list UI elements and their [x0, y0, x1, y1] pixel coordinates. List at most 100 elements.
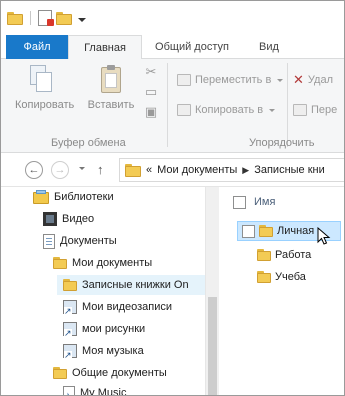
tree-item-label: мои рисунки: [82, 323, 146, 335]
organize-group-label: Упорядочить: [249, 137, 315, 149]
back-button[interactable]: ←: [25, 161, 43, 179]
item-checkbox[interactable]: [242, 224, 255, 238]
tab-view[interactable]: Вид: [249, 35, 289, 59]
breadcrumb-notebooks[interactable]: Записные кни: [254, 164, 325, 176]
cut-icon[interactable]: ✂: [143, 65, 159, 79]
tree-item-label: Документы: [60, 235, 117, 247]
tree-item-label: Моя музыка: [82, 345, 144, 357]
breadcrumb-my-documents[interactable]: Мои документы: [157, 164, 237, 176]
recent-locations-chevron-icon[interactable]: [79, 167, 85, 170]
rename-label: Пере: [311, 104, 338, 116]
folder-icon: [259, 225, 273, 237]
forward-button[interactable]: →: [51, 161, 69, 179]
chevron-down-icon: [277, 78, 284, 82]
tree-item-label: Библиотеки: [54, 191, 114, 203]
music-icon: [63, 385, 75, 395]
copy-path-icon[interactable]: ▭: [143, 85, 159, 99]
title-bar: [1, 1, 344, 35]
explorer-window: Файл Главная Общий доступ Вид Копировать…: [0, 0, 345, 396]
copy-button[interactable]: Копировать: [15, 65, 74, 111]
toolbar-divider: [30, 11, 31, 25]
copy-label: Копировать: [15, 99, 75, 111]
customize-toolbar-chevron-icon[interactable]: [78, 18, 86, 22]
copy-to-icon: [177, 104, 191, 116]
tree-item-libraries[interactable]: Библиотеки: [33, 187, 114, 207]
tree-item-notebooks[interactable]: Записные книжки On: [57, 275, 205, 295]
file-item-label: Учеба: [275, 271, 306, 283]
select-all-checkbox[interactable]: [233, 195, 246, 209]
clipboard-small-buttons: ✂ ▭ ▣: [143, 65, 159, 125]
column-header-label: Имя: [254, 196, 276, 208]
new-folder-icon[interactable]: [56, 11, 72, 25]
ribbon-panel: Копировать Вставить ✂ ▭ ▣ Буфер обмена П…: [1, 59, 344, 153]
tree-item-video[interactable]: Видео: [43, 209, 94, 229]
folder-icon: [257, 249, 271, 261]
tree-item-my-music[interactable]: Моя музыка: [63, 341, 144, 361]
folder-icon: [125, 163, 141, 177]
documents-library-icon: [43, 233, 55, 249]
shortcut-icon: [63, 300, 77, 316]
clipboard-group-label: Буфер обмена: [51, 137, 126, 149]
tree-item-label: Общие документы: [72, 367, 167, 379]
video-library-icon: [43, 212, 57, 226]
copy-to-label: Копировать в: [195, 104, 264, 116]
quick-access-toolbar: [7, 10, 86, 26]
navigation-pane: Библиотеки Видео Документы Мои документы…: [1, 187, 219, 396]
address-overflow[interactable]: «: [146, 164, 152, 176]
shortcut-icon: [63, 344, 77, 360]
ribbon-button-divider: [287, 63, 288, 147]
file-item-label: Личная: [277, 225, 315, 237]
tree-item-my-pictures[interactable]: мои рисунки: [63, 319, 145, 339]
explorer-app-icon[interactable]: [7, 11, 23, 25]
delete-icon: ✕: [293, 72, 304, 87]
copy-icon: [28, 65, 54, 95]
mouse-pointer-icon: [317, 227, 331, 245]
file-list-pane: Имя Личная Работа Учеба: [219, 187, 344, 395]
tree-item-label: Видео: [62, 213, 95, 225]
tab-file[interactable]: Файл: [6, 35, 68, 59]
folder-icon: [257, 271, 271, 283]
rename-icon: [293, 104, 307, 116]
paste-icon: [98, 65, 124, 95]
column-header-name[interactable]: Имя: [219, 191, 344, 213]
tree-item-my-videos[interactable]: Мои видеозаписи: [63, 297, 172, 317]
rename-button[interactable]: Пере: [293, 101, 337, 119]
file-item-label: Работа: [275, 249, 312, 261]
tree-item-my-music-en[interactable]: My Music: [63, 383, 127, 396]
library-icon: [33, 190, 49, 204]
paste-button[interactable]: Вставить: [85, 65, 137, 111]
paste-label: Вставить: [87, 99, 135, 111]
tree-item-label: Записные книжки On: [82, 279, 189, 291]
ribbon-tabs: Файл Главная Общий доступ Вид: [1, 35, 344, 60]
tree-item-my-documents[interactable]: Мои документы: [53, 253, 152, 273]
tree-item-label: My Music: [80, 387, 127, 396]
folder-icon: [63, 279, 77, 291]
folder-icon: [53, 367, 67, 379]
chevron-down-icon: [269, 108, 276, 112]
move-to-label: Переместить в: [195, 74, 272, 86]
file-item-study[interactable]: Учеба: [257, 267, 306, 287]
navigation-scrollbar[interactable]: [205, 187, 219, 395]
paste-shortcut-icon[interactable]: ▣: [143, 105, 159, 119]
delete-label: Удал: [307, 74, 333, 86]
delete-button[interactable]: ✕ Удал: [293, 71, 333, 89]
tree-item-label: Мои документы: [72, 257, 153, 269]
tree-item-label: Мои видеозаписи: [82, 301, 173, 313]
move-to-button[interactable]: Переместить в: [177, 71, 284, 89]
file-item-work[interactable]: Работа: [257, 245, 311, 265]
ribbon-group-divider: [167, 63, 168, 147]
tree-item-public-documents[interactable]: Общие документы: [53, 363, 167, 383]
tab-share[interactable]: Общий доступ: [147, 35, 237, 59]
address-bar[interactable]: « Мои документы ▶ Записные кни: [119, 158, 344, 182]
shortcut-icon: [63, 322, 77, 338]
navigation-bar: ← → ↑ « Мои документы ▶ Записные кни: [1, 153, 344, 187]
folder-icon: [53, 257, 67, 269]
scrollbar-thumb[interactable]: [208, 297, 217, 395]
breadcrumb-separator-icon[interactable]: ▶: [242, 165, 249, 176]
properties-icon[interactable]: [38, 10, 54, 26]
copy-to-button[interactable]: Копировать в: [177, 101, 276, 119]
up-arrow-icon[interactable]: ↑: [97, 162, 104, 177]
tree-item-documents[interactable]: Документы: [43, 231, 117, 251]
move-to-icon: [177, 74, 191, 86]
tab-home[interactable]: Главная: [68, 35, 142, 60]
